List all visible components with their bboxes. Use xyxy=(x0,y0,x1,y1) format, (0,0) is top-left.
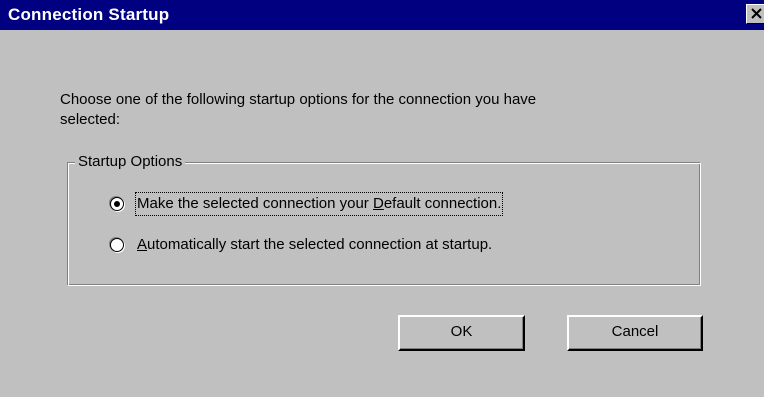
prompt-text: Choose one of the following startup opti… xyxy=(60,90,700,130)
radio-dot xyxy=(114,201,120,207)
label-part: Make the selected connection your xyxy=(137,195,373,212)
startup-options-group xyxy=(67,162,701,286)
window-title: Connection Startup xyxy=(8,5,170,24)
ok-button[interactable]: OK xyxy=(398,315,525,351)
radio-label-default: Make the selected connection your Defaul… xyxy=(134,192,504,216)
radio-default-connection[interactable]: Make the selected connection your Defaul… xyxy=(110,192,504,216)
label-part: efault connection. xyxy=(383,195,502,212)
prompt-line-1: Choose one of the following startup opti… xyxy=(60,91,537,108)
prompt-line-2: selected: xyxy=(60,111,121,128)
close-button[interactable] xyxy=(746,4,764,24)
radio-button-selected[interactable] xyxy=(110,197,124,211)
radio-button-unselected[interactable] xyxy=(110,238,124,252)
radio-label-auto: Automatically start the selected connect… xyxy=(137,235,492,255)
group-label: Startup Options xyxy=(75,152,186,172)
radio-auto-start[interactable]: Automatically start the selected connect… xyxy=(110,235,492,255)
title-bar: Connection Startup xyxy=(0,0,764,30)
label-part: utomatically start the selected connecti… xyxy=(147,236,493,253)
cancel-button[interactable]: Cancel xyxy=(567,315,703,351)
mnemonic-a: A xyxy=(137,236,148,253)
close-icon xyxy=(751,8,762,19)
mnemonic-d: D xyxy=(372,195,384,212)
